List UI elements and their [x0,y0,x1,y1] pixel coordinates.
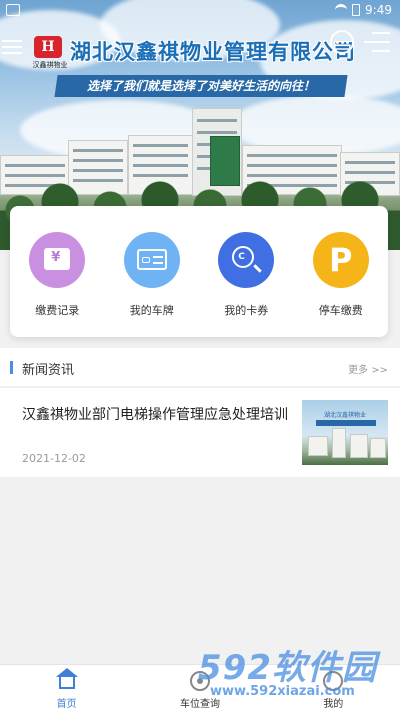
wallet-icon [29,232,86,288]
quick-action-my-plate[interactable]: 我的车牌 [105,206,200,337]
status-time: 9:49 [365,3,392,17]
news-item-date: 2021-12-02 [22,452,86,465]
news-thumbnail: 湖北汉鑫祺物业 [302,400,388,465]
home-icon [58,675,75,689]
tab-home[interactable]: 首页 [0,665,133,710]
news-section-header: 新闻资讯 更多 >> [0,348,400,386]
license-plate-icon [123,232,180,288]
thumbnail-building [308,436,328,456]
thumbnail-banner [316,420,376,426]
logo-mark: H [34,36,62,58]
wifi-icon [335,4,348,16]
tab-label: 首页 [56,699,77,710]
news-section-title: 新闻资讯 [22,363,75,378]
notification-icon [6,4,20,16]
user-icon [323,671,344,691]
news-item-title: 汉鑫祺物业部门电梯操作管理应急处理培训 [22,407,288,423]
parking-icon: P [312,232,369,288]
status-bar: 9:49 [0,0,400,22]
quick-action-payment-records[interactable]: 缴费记录 [10,206,105,337]
quick-action-label: 缴费记录 [35,304,80,317]
tab-mine[interactable]: 我的 [267,665,400,710]
thumbnail-building [350,434,368,458]
quick-action-label: 我的车牌 [129,304,174,317]
green-glass-building [210,136,240,186]
news-more-link[interactable]: 更多 >> [348,361,388,376]
slogan-text: 选择了我们就是选择了对美好生活的向往！ [86,79,315,93]
thumbnail-building [370,438,386,458]
thumbnail-building [332,428,346,458]
quick-action-label: 我的卡券 [224,304,269,317]
coupon-search-icon: C [218,232,275,288]
quick-actions-card: 缴费记录 我的车牌 C 我的卡券 P 停车缴费 [10,206,388,337]
quick-action-label: 停车缴费 [318,304,363,317]
location-icon [189,671,210,691]
tab-parking-search[interactable]: 车位查询 [133,665,266,710]
logo-text: 汉鑫祺物业 [32,61,68,69]
tab-label: 我的 [323,699,344,710]
message-icon[interactable] [330,30,354,54]
battery-icon [352,4,361,16]
company-name: 湖北汉鑫祺物业管理有限公司 [70,40,356,64]
tab-label: 车位查询 [179,699,220,710]
quick-action-parking-payment[interactable]: P 停车缴费 [294,206,389,337]
filter-menu-icon[interactable] [364,30,390,54]
company-logo: H 汉鑫祺物业 [30,34,68,69]
thumbnail-label: 湖北汉鑫祺物业 [324,412,367,419]
menu-icon[interactable] [2,40,22,54]
bottom-tab-bar: 首页 车位查询 我的 [0,664,400,710]
news-list-item[interactable]: 汉鑫祺物业部门电梯操作管理应急处理培训 2021-12-02 湖北汉鑫祺物业 [0,387,400,477]
section-accent-bar [10,361,13,374]
quick-action-my-coupons[interactable]: C 我的卡券 [199,206,294,337]
